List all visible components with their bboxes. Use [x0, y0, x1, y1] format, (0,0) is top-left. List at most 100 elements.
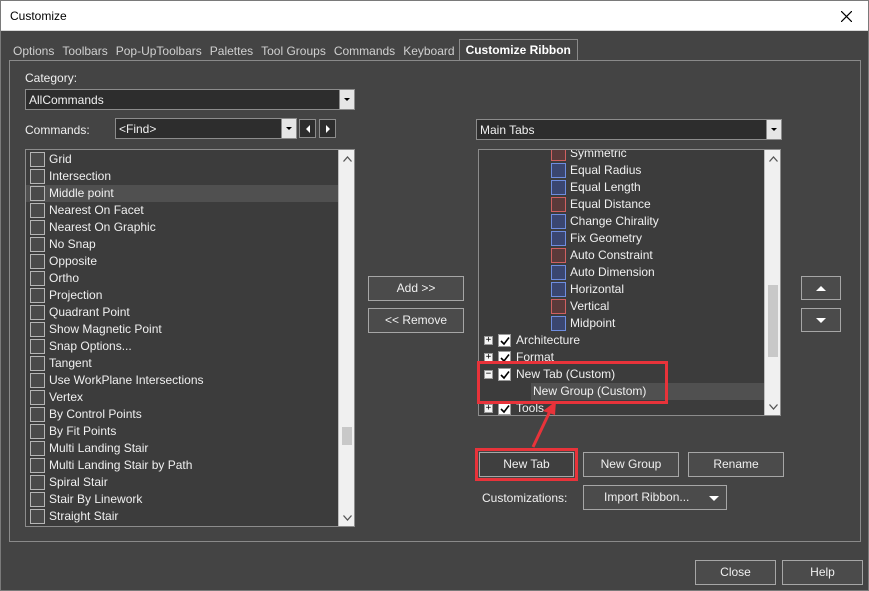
- command-label: Nearest On Graphic: [49, 220, 156, 234]
- list-item[interactable]: Quadrant Point: [26, 304, 338, 321]
- title-bar: Customize: [1, 1, 868, 31]
- list-item[interactable]: Ortho: [26, 270, 338, 287]
- list-item[interactable]: Nearest On Graphic: [26, 219, 338, 236]
- checkbox[interactable]: [498, 334, 511, 347]
- remove-button[interactable]: << Remove: [368, 308, 464, 333]
- list-item[interactable]: By Control Points: [26, 406, 338, 423]
- import-ribbon-button[interactable]: Import Ribbon...: [583, 485, 727, 510]
- category-value: AllCommands: [29, 93, 104, 107]
- list-item[interactable]: Intersection: [26, 168, 338, 185]
- commands-list[interactable]: Grid Intersection Middle point Nearest On F…: [25, 149, 355, 527]
- scroll-down-button[interactable]: [765, 398, 780, 415]
- command-icon: [30, 458, 45, 473]
- tree-item-command[interactable]: Symmetric: [479, 149, 764, 162]
- list-item[interactable]: Multi Landing Stair: [26, 440, 338, 457]
- tree-item-label: Horizontal: [570, 282, 625, 296]
- command-label: Snap Options...: [49, 339, 132, 353]
- ribbon-tree-scrollbar[interactable]: [764, 150, 780, 415]
- help-button[interactable]: Help: [782, 560, 863, 585]
- move-up-button[interactable]: [801, 276, 841, 300]
- tab-tool-groups[interactable]: Tool Groups: [257, 41, 330, 61]
- list-item[interactable]: Tangent: [26, 355, 338, 372]
- command-label: No Snap: [49, 237, 96, 251]
- highlight-new-tab-button: [475, 448, 578, 481]
- find-previous-button[interactable]: [299, 119, 316, 138]
- chevron-down-icon: [342, 514, 352, 521]
- list-item[interactable]: Nearest On Facet: [26, 202, 338, 219]
- list-item[interactable]: Grid: [26, 151, 338, 168]
- scroll-up-button[interactable]: [339, 150, 354, 167]
- expand-icon[interactable]: +: [484, 336, 493, 345]
- commands-scrollbar[interactable]: [338, 150, 354, 526]
- list-item[interactable]: Middle point: [26, 185, 338, 202]
- checkmark-icon: [499, 404, 510, 413]
- command-icon: [30, 390, 45, 405]
- main-tabs-combo[interactable]: Main Tabs: [476, 119, 782, 140]
- list-item[interactable]: Use WorkPlane Intersections: [26, 372, 338, 389]
- tab-popup-toolbars[interactable]: Pop-UpToolbars: [112, 41, 206, 61]
- highlight-new-tab-group: [477, 361, 668, 404]
- find-next-button[interactable]: [319, 119, 336, 138]
- scroll-thumb[interactable]: [342, 427, 352, 445]
- list-item[interactable]: Snap Options...: [26, 338, 338, 355]
- scroll-thumb[interactable]: [768, 285, 778, 357]
- list-item[interactable]: Multi Landing Stair by Path: [26, 457, 338, 474]
- list-item[interactable]: Projection: [26, 287, 338, 304]
- move-down-button[interactable]: [801, 308, 841, 332]
- tab-keyboard[interactable]: Keyboard: [399, 41, 458, 61]
- tree-item-label: Auto Constraint: [570, 248, 653, 262]
- chevron-up-icon: [768, 155, 778, 162]
- list-item[interactable]: No Snap: [26, 236, 338, 253]
- list-item[interactable]: Vertex: [26, 389, 338, 406]
- add-button[interactable]: Add >>: [368, 276, 464, 301]
- tree-item-command[interactable]: Midpoint: [479, 315, 764, 332]
- tab-commands[interactable]: Commands: [330, 41, 399, 61]
- list-item[interactable]: Opposite: [26, 253, 338, 270]
- arrow-right-icon: [325, 124, 330, 133]
- scroll-up-button[interactable]: [765, 150, 780, 167]
- command-icon: [30, 339, 45, 354]
- tree-item-command[interactable]: Horizontal: [479, 281, 764, 298]
- tree-item-label: Midpoint: [570, 316, 616, 330]
- dialog-title: Customize: [10, 9, 67, 23]
- command-icon: [30, 169, 45, 184]
- command-label: Grid: [49, 152, 72, 166]
- command-icon: [30, 509, 45, 524]
- tree-item-command[interactable]: Change Chirality: [479, 213, 764, 230]
- tab-customize-ribbon[interactable]: Customize Ribbon: [458, 39, 578, 61]
- list-item[interactable]: By Fit Points: [26, 423, 338, 440]
- tree-item-tab[interactable]: + Architecture: [479, 332, 764, 349]
- list-item[interactable]: Spiral Stair: [26, 474, 338, 491]
- tree-item-command[interactable]: Auto Constraint: [479, 247, 764, 264]
- tab-toolbars[interactable]: Toolbars: [58, 41, 111, 61]
- chevron-down-icon: [339, 90, 354, 109]
- tree-item-label: Equal Radius: [570, 163, 642, 177]
- scroll-down-button[interactable]: [339, 509, 354, 526]
- close-window-button[interactable]: [824, 1, 868, 31]
- customize-dialog: Customize Options Toolbars Pop-UpToolbar…: [0, 0, 869, 591]
- tree-item-command[interactable]: Equal Length: [479, 179, 764, 196]
- tab-palettes[interactable]: Palettes: [206, 41, 257, 61]
- command-icon: [30, 322, 45, 337]
- tree-item-command[interactable]: Fix Geometry: [479, 230, 764, 247]
- expand-icon[interactable]: +: [484, 404, 493, 413]
- tab-options[interactable]: Options: [9, 41, 58, 61]
- close-button[interactable]: Close: [695, 560, 776, 585]
- tree-item-command[interactable]: Equal Radius: [479, 162, 764, 179]
- list-item[interactable]: Show Magnetic Point: [26, 321, 338, 338]
- tree-item-label: Equal Distance: [570, 197, 651, 211]
- tree-item-label: Architecture: [516, 333, 581, 347]
- close-icon: [840, 10, 852, 22]
- list-item[interactable]: Stair By Linework: [26, 491, 338, 508]
- tree-item-command[interactable]: Equal Distance: [479, 196, 764, 213]
- tree-item-label: Symmetric: [570, 149, 627, 160]
- find-combo[interactable]: <Find>: [115, 118, 297, 139]
- tree-item-command[interactable]: Auto Dimension: [479, 264, 764, 281]
- tree-item-command[interactable]: Vertical: [479, 298, 764, 315]
- rename-button[interactable]: Rename: [688, 452, 784, 477]
- category-combo[interactable]: AllCommands: [25, 89, 355, 110]
- list-item[interactable]: Straight Stair: [26, 508, 338, 525]
- chevron-up-icon: [342, 155, 352, 162]
- command-icon: [30, 152, 45, 167]
- new-group-button[interactable]: New Group: [583, 452, 679, 477]
